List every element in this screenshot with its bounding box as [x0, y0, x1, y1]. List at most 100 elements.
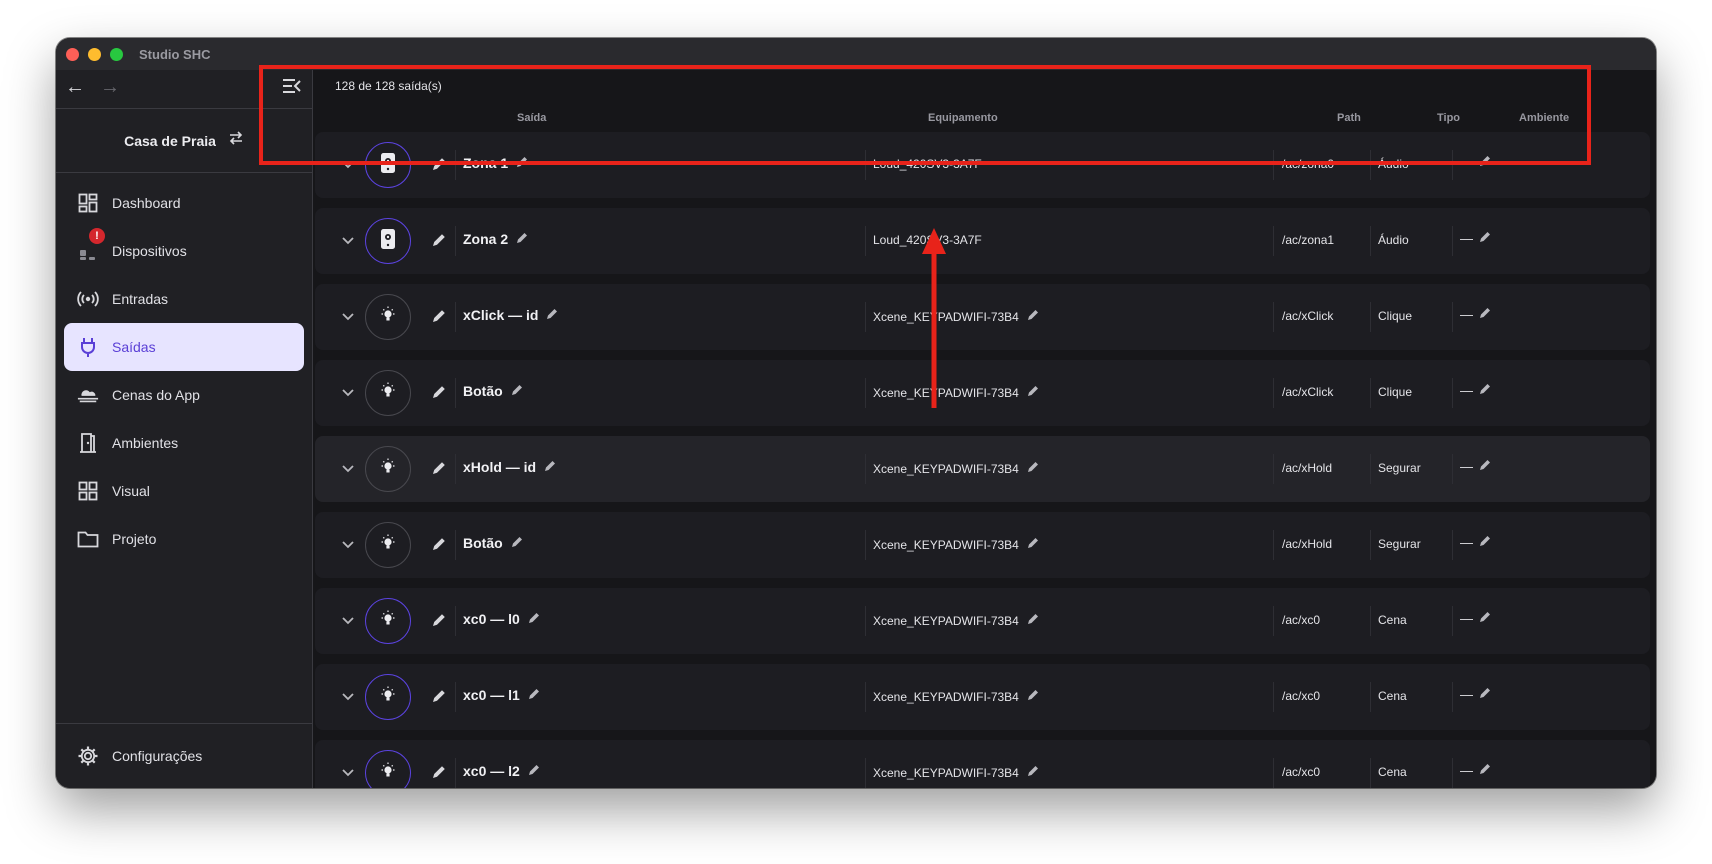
- path-cell: /ac/zona1: [1282, 233, 1335, 247]
- edit-icon-button[interactable]: [432, 157, 446, 176]
- chevron-down-icon[interactable]: [341, 688, 355, 706]
- close-window-button[interactable]: [66, 47, 79, 61]
- edit-name-icon[interactable]: [516, 231, 528, 247]
- maximize-window-button[interactable]: [110, 47, 123, 61]
- equipment-cell: Xcene_KEYPADWIFI-73B4: [873, 689, 1039, 704]
- edit-equipment-icon[interactable]: [1027, 385, 1039, 400]
- table-row[interactable]: xc0 — l0 Xcene_KEYPADWIFI-73B4/ac/xc0 Cena…: [315, 588, 1650, 654]
- edit-name-icon[interactable]: [511, 383, 523, 399]
- equipment-text: Xcene_KEYPADWIFI-73B4: [873, 689, 1019, 704]
- output-name-text: Zona 1: [463, 155, 509, 171]
- edit-icon-button[interactable]: [432, 613, 446, 632]
- sidebar-menu: Dashboard ! Dispositivos Entradas Saídas…: [56, 173, 312, 563]
- edit-name-icon[interactable]: [544, 459, 556, 475]
- chevron-down-icon[interactable]: [341, 460, 355, 478]
- column-divider: [1273, 226, 1274, 256]
- edit-icon-button[interactable]: [432, 309, 446, 328]
- edit-ambiente-icon[interactable]: [1479, 687, 1491, 702]
- edit-icon-button[interactable]: [432, 537, 446, 556]
- chevron-down-icon[interactable]: [341, 384, 355, 402]
- sidebar-item-ambientes[interactable]: Ambientes: [64, 419, 304, 467]
- ambiente-text: —: [1460, 763, 1473, 778]
- edit-icon-button[interactable]: [432, 233, 446, 252]
- edit-equipment-icon[interactable]: [1027, 613, 1039, 628]
- column-header-path[interactable]: Path: [1337, 112, 1361, 124]
- sidebar-item-projeto[interactable]: Projeto: [64, 515, 304, 563]
- ambiente-text: —: [1460, 155, 1473, 170]
- edit-name-icon[interactable]: [528, 687, 540, 703]
- edit-ambiente-icon[interactable]: [1479, 307, 1491, 322]
- sidebar-item-cenas-do-app[interactable]: Cenas do App: [64, 371, 304, 419]
- chevron-down-icon[interactable]: [341, 156, 355, 174]
- minimize-window-button[interactable]: [88, 47, 101, 61]
- output-name: Botão: [463, 535, 523, 551]
- edit-ambiente-icon[interactable]: [1479, 611, 1491, 626]
- table-row[interactable]: Botão Xcene_KEYPADWIFI-73B4/ac/xClick Cliq…: [315, 360, 1650, 426]
- table-row[interactable]: xc0 — l1 Xcene_KEYPADWIFI-73B4/ac/xc0 Cena…: [315, 664, 1650, 730]
- equipment-cell: Xcene_KEYPADWIFI-73B4: [873, 537, 1039, 552]
- type-cell: Áudio: [1378, 233, 1409, 247]
- chevron-down-icon[interactable]: [341, 612, 355, 630]
- edit-ambiente-icon[interactable]: [1479, 459, 1491, 474]
- table-row[interactable]: xc0 — l2 Xcene_KEYPADWIFI-73B4/ac/xc0 Cena…: [315, 740, 1650, 788]
- column-header-tipo[interactable]: Tipo: [1437, 112, 1460, 124]
- collapse-sidebar-icon[interactable]: [282, 77, 302, 100]
- edit-equipment-icon[interactable]: [1027, 309, 1039, 324]
- column-header-saida[interactable]: Saída: [517, 112, 546, 124]
- back-arrow-icon[interactable]: ←: [65, 77, 85, 97]
- app-window: Studio SHC ← → Casa de Praia Dashboard !…: [56, 38, 1656, 788]
- table-row[interactable]: Zona 1 Loud_420SV3-3A7F/ac/zona0 Áudio —: [315, 132, 1650, 198]
- equipment-cell: Loud_420SV3-3A7F: [873, 233, 982, 247]
- sidebar-item-dispositivos[interactable]: ! Dispositivos: [64, 227, 304, 275]
- table-row[interactable]: Botão Xcene_KEYPADWIFI-73B4/ac/xHold Segur…: [315, 512, 1650, 578]
- column-header-equipamento[interactable]: Equipamento: [928, 112, 998, 124]
- forward-arrow-icon[interactable]: →: [100, 77, 120, 97]
- results-count: 128 de 128 saída(s): [335, 79, 442, 93]
- table-row[interactable]: Zona 2 Loud_420SV3-3A7F/ac/zona1 Áudio —: [315, 208, 1650, 274]
- output-avatar: [365, 142, 411, 188]
- project-switcher[interactable]: Casa de Praia: [56, 109, 312, 173]
- edit-name-icon[interactable]: [546, 307, 558, 323]
- equipment-cell: Xcene_KEYPADWIFI-73B4: [873, 765, 1039, 780]
- edit-equipment-icon[interactable]: [1027, 537, 1039, 552]
- edit-name-icon[interactable]: [528, 611, 540, 627]
- column-divider: [1452, 378, 1453, 408]
- path-cell: /ac/xHold: [1282, 461, 1333, 475]
- column-header-ambiente[interactable]: Ambiente: [1519, 112, 1569, 124]
- chevron-down-icon[interactable]: [341, 536, 355, 554]
- sidebar-item-configuracoes[interactable]: Configurações: [64, 732, 304, 780]
- chevron-down-icon[interactable]: [341, 232, 355, 250]
- table-row[interactable]: xClick — id Xcene_KEYPADWIFI-73B4/ac/xCli…: [315, 284, 1650, 350]
- edit-ambiente-icon[interactable]: [1479, 763, 1491, 778]
- sidebar-item-visual[interactable]: Visual: [64, 467, 304, 515]
- output-name: xc0 — l0: [463, 611, 540, 627]
- table-row[interactable]: xHold — id Xcene_KEYPADWIFI-73B4/ac/xHold…: [315, 436, 1650, 502]
- edit-name-icon[interactable]: [516, 155, 528, 171]
- edit-icon-button[interactable]: [432, 765, 446, 784]
- edit-ambiente-icon[interactable]: [1479, 535, 1491, 550]
- edit-ambiente-icon[interactable]: [1479, 231, 1491, 246]
- edit-name-icon[interactable]: [528, 763, 540, 779]
- output-name: xHold — id: [463, 459, 556, 475]
- edit-ambiente-icon[interactable]: [1479, 383, 1491, 398]
- edit-equipment-icon[interactable]: [1027, 765, 1039, 780]
- path-cell: /ac/xHold: [1282, 537, 1333, 551]
- edit-icon-button[interactable]: [432, 385, 446, 404]
- edit-ambiente-icon[interactable]: [1479, 155, 1491, 170]
- equipment-cell: Xcene_KEYPADWIFI-73B4: [873, 309, 1039, 324]
- equipment-text: Xcene_KEYPADWIFI-73B4: [873, 765, 1019, 780]
- edit-icon-button[interactable]: [432, 689, 446, 708]
- sidebar-item-saidas[interactable]: Saídas: [64, 323, 304, 371]
- column-divider: [1273, 606, 1274, 636]
- ambiente-cell: —: [1460, 231, 1491, 246]
- edit-icon-button[interactable]: [432, 461, 446, 480]
- chevron-down-icon[interactable]: [341, 308, 355, 326]
- output-avatar: [365, 446, 411, 492]
- edit-equipment-icon[interactable]: [1027, 461, 1039, 476]
- sidebar-item-dashboard[interactable]: Dashboard: [64, 179, 304, 227]
- chevron-down-icon[interactable]: [341, 764, 355, 782]
- edit-equipment-icon[interactable]: [1027, 689, 1039, 704]
- bulb-icon: [379, 381, 397, 406]
- edit-name-icon[interactable]: [511, 535, 523, 551]
- sidebar-item-entradas[interactable]: Entradas: [64, 275, 304, 323]
